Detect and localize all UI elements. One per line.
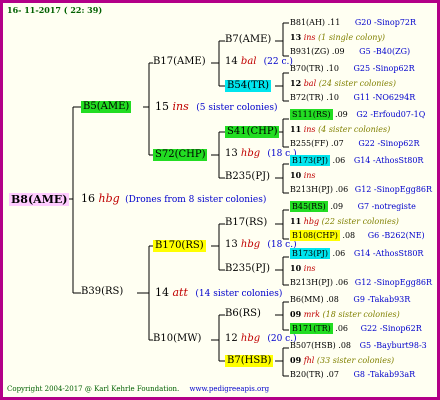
g4-row: B255(FF) .07 G22 -Sinop62R bbox=[290, 139, 420, 148]
site-link[interactable]: www.pedigreeapis.org bbox=[190, 385, 270, 393]
g4-row: B213H(PJ) .06 G12 -SinopEgg86R bbox=[290, 185, 433, 194]
g4-row: B931(ZG) .09 G5 -B40(ZG) bbox=[290, 47, 411, 56]
queen-b5-ame: B5(AME) bbox=[81, 101, 132, 113]
queen-b235-pj-a: B235(PJ) bbox=[225, 171, 270, 182]
g4-row: 09 mrk (18 sister colonies) bbox=[290, 309, 400, 319]
queen-b7-ame: B7(AME) bbox=[225, 34, 272, 45]
queen-s72-chp: S72(CHP) bbox=[153, 149, 208, 161]
gen-b17: 14 bal (22 c.) bbox=[225, 56, 293, 67]
root-queen: B8(AME) bbox=[9, 193, 70, 206]
g4-row: B173(PJ) .06 G14 -AthosSt80R bbox=[290, 155, 424, 166]
g4-row: 12 bal (24 sister colonies) bbox=[290, 78, 396, 88]
queen-b235-pj-b: B235(PJ) bbox=[225, 263, 270, 274]
gen-s72: 13 hbg (18 c.) bbox=[225, 148, 297, 159]
g4-row: B72(TR) .10 G11 -NO6294R bbox=[290, 93, 416, 102]
g4-row: S111(RS) .09 G2 -Erfoud07-1Q bbox=[290, 109, 426, 120]
g4-row: B173(PJ) .06 G14 -AthosSt80R bbox=[290, 248, 424, 259]
root-generation: 16 hbg (Drones from 8 sister colonies) bbox=[81, 192, 267, 205]
g4-row: B108(CHP) .08 G6 -B262(NE) bbox=[290, 230, 425, 241]
gen-b170: 13 hbg (18 c.) bbox=[225, 239, 297, 250]
g4-row: B45(RS) .09 G7 -notregiste bbox=[290, 201, 416, 212]
gen-b5: 15 ins (5 sister colonies) bbox=[155, 100, 278, 113]
footer: Copyright 2004-2017 @ Karl Kehrle Founda… bbox=[7, 386, 269, 393]
g4-row: B20(TR) .07 G8 -Takab93aR bbox=[290, 370, 416, 379]
queen-b7-hsb: B7(HSB) bbox=[225, 355, 274, 367]
g4-row: 09 fhl (33 sister colonies) bbox=[290, 355, 395, 365]
queen-b10-mw: B10(MW) bbox=[153, 333, 202, 344]
g4-row: 11 ins (4 sister colonies) bbox=[290, 124, 391, 134]
g4-row: B507(HSB) .08 G5 -Bayburt98-3 bbox=[290, 341, 427, 350]
date-line: 16- 11-2017 ( 22: 39) bbox=[7, 5, 103, 15]
copyright: Copyright 2004-2017 @ Karl Kehrle Founda… bbox=[7, 385, 180, 393]
g4-row: B213H(PJ) .06 G12 -SinopEgg86R bbox=[290, 278, 433, 287]
queen-b6-rs: B6(RS) bbox=[225, 308, 261, 319]
g4-row: 10 ins bbox=[290, 263, 316, 273]
queen-b54-tr: B54(TR) bbox=[225, 80, 272, 92]
g4-row: B171(TR) .06 G22 -Sinop62R bbox=[290, 323, 422, 334]
pedigree-frame: 16- 11-2017 ( 22: 39) B8(AME) 16 hbg (Dr… bbox=[0, 0, 440, 400]
g4-row: 13 ins (1 single colony) bbox=[290, 32, 386, 42]
queen-b17-rs: B17(RS) bbox=[225, 217, 268, 228]
g4-row: 11 hbg (22 sister colonies) bbox=[290, 216, 399, 226]
g4-row: B81(AH) .11 G20 -Sinop72R bbox=[290, 18, 417, 27]
queen-b170-rs: B170(RS) bbox=[153, 240, 206, 252]
g4-row: 10 ins bbox=[290, 170, 316, 180]
g4-row: B6(MM) .08 G9 -Takab93R bbox=[290, 295, 411, 304]
queen-s41-chp: S41(CHP) bbox=[225, 126, 280, 138]
g4-row: B70(TR) .10 G25 -Sinop62R bbox=[290, 64, 415, 73]
queen-b39-rs: B39(RS) bbox=[81, 286, 124, 297]
gen-b10: 12 hbg (20 c.) bbox=[225, 333, 297, 344]
queen-b17-ame: B17(AME) bbox=[153, 56, 206, 67]
gen-b39: 14 att (14 sister colonies) bbox=[155, 286, 283, 299]
